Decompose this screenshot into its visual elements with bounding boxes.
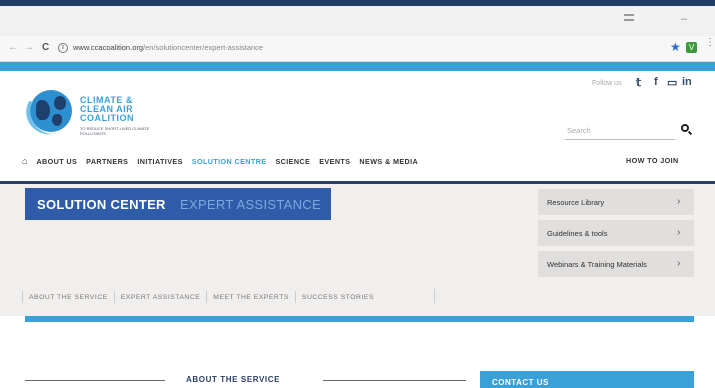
search-icon[interactable]: [681, 124, 689, 132]
chevron-right-icon: ›: [677, 196, 681, 207]
heading-rule-right: [323, 380, 466, 381]
logo-text: CLIMATE & CLEAN AIR COALITION: [80, 95, 134, 123]
about-service-heading: ABOUT THE SERVICE: [186, 375, 281, 384]
nav-initiatives[interactable]: INITIATIVES: [137, 157, 182, 166]
tab-strip: [0, 6, 715, 36]
nav-science[interactable]: SCIENCE: [275, 157, 310, 166]
youtube-icon[interactable]: ▭: [667, 76, 677, 89]
nav-solution-centre[interactable]: SOLUTION CENTRE: [192, 157, 267, 166]
subnav-divider: [294, 291, 296, 303]
side-link-label: Resource Library: [547, 198, 605, 207]
extension-icon[interactable]: V: [686, 42, 697, 53]
how-to-join-link[interactable]: HOW TO JOIN: [626, 156, 679, 165]
side-link-label: Guidelines & tools: [547, 229, 608, 238]
subnav-meet-experts[interactable]: MEET THE EXPERTS: [213, 294, 289, 301]
nav-news-media[interactable]: NEWS & MEDIA: [359, 157, 418, 166]
page-title: SOLUTION CENTER: [37, 197, 166, 212]
restore-window-icon[interactable]: [624, 14, 634, 21]
home-icon[interactable]: ⌂: [22, 156, 27, 166]
contact-us-label: CONTACT US: [492, 378, 549, 387]
bookmark-star-icon[interactable]: ★: [670, 40, 681, 54]
subnav-success-stories[interactable]: SUCCESS STORIES: [302, 294, 374, 301]
search-input[interactable]: Search: [567, 126, 591, 135]
section-subnav: ABOUT THE SERVICE EXPERT ASSISTANCE MEET…: [22, 291, 374, 303]
url-path: /en/solutioncenter/expert-assistance: [143, 43, 264, 52]
subnav-divider: [434, 289, 435, 303]
heading-rule-left: [25, 380, 165, 381]
logo-swoosh: [19, 80, 83, 142]
nav-partners[interactable]: PARTNERS: [86, 157, 128, 166]
browser-menu-icon[interactable]: ⋮: [705, 38, 715, 48]
back-arrow-icon[interactable]: ←: [8, 42, 18, 53]
linkedin-icon[interactable]: in: [682, 76, 692, 88]
page-subtitle: EXPERT ASSISTANCE: [180, 197, 321, 212]
follow-us-label: Follow us: [592, 80, 622, 87]
subnav-expert-assistance[interactable]: EXPERT ASSISTANCE: [121, 294, 201, 301]
subnav-divider: [22, 291, 23, 303]
url-field[interactable]: www.ccacoalition.org/en/solutioncenter/e…: [73, 43, 263, 52]
nav-about-us[interactable]: ABOUT US: [36, 157, 77, 166]
side-link-label: Webinars & Training Materials: [547, 260, 647, 269]
site-info-icon[interactable]: i: [58, 43, 68, 53]
facebook-icon[interactable]: f: [654, 76, 658, 88]
minimize-window-icon[interactable]: –: [681, 13, 687, 25]
main-navigation: ⌂ ABOUT US PARTNERS INITIATIVES SOLUTION…: [22, 155, 418, 167]
search-underline: [565, 139, 675, 140]
section-accent-bar: [25, 316, 694, 322]
url-domain: www.ccacoalition.org: [73, 43, 144, 52]
subnav-divider: [206, 291, 208, 303]
forward-arrow-icon[interactable]: →: [24, 42, 34, 53]
logo-tagline: TO REDUCE SHORT-LIVED CLIMATE POLLUTANTS: [80, 126, 150, 136]
subnav-about-service[interactable]: ABOUT THE SERVICE: [29, 294, 108, 301]
chevron-right-icon: ›: [677, 258, 681, 269]
subnav-divider: [113, 291, 115, 303]
reload-icon[interactable]: C: [42, 42, 49, 53]
nav-events[interactable]: EVENTS: [319, 157, 350, 166]
site-top-bar: [0, 62, 715, 71]
twitter-icon[interactable]: 𝕥: [636, 76, 641, 89]
chevron-right-icon: ›: [677, 227, 681, 238]
